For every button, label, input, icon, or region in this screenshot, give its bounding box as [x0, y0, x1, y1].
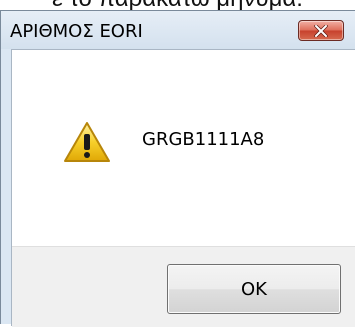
warning-icon [64, 122, 110, 162]
dialog-titlebar[interactable]: ΑΡΙΘΜΟΣ EORI [1, 11, 355, 49]
dialog-title: ΑΡΙΘΜΟΣ EORI [10, 21, 143, 42]
message-dialog: ΑΡΙΘΜΟΣ EORI GRGB1111A8 OK [0, 10, 355, 327]
close-button[interactable] [298, 20, 344, 41]
dialog-message: GRGB1111A8 [142, 129, 265, 150]
ok-button[interactable]: OK [167, 264, 341, 314]
dialog-content: GRGB1111A8 OK [11, 49, 355, 327]
dialog-footer: OK [12, 246, 355, 327]
close-x-icon [314, 25, 328, 37]
